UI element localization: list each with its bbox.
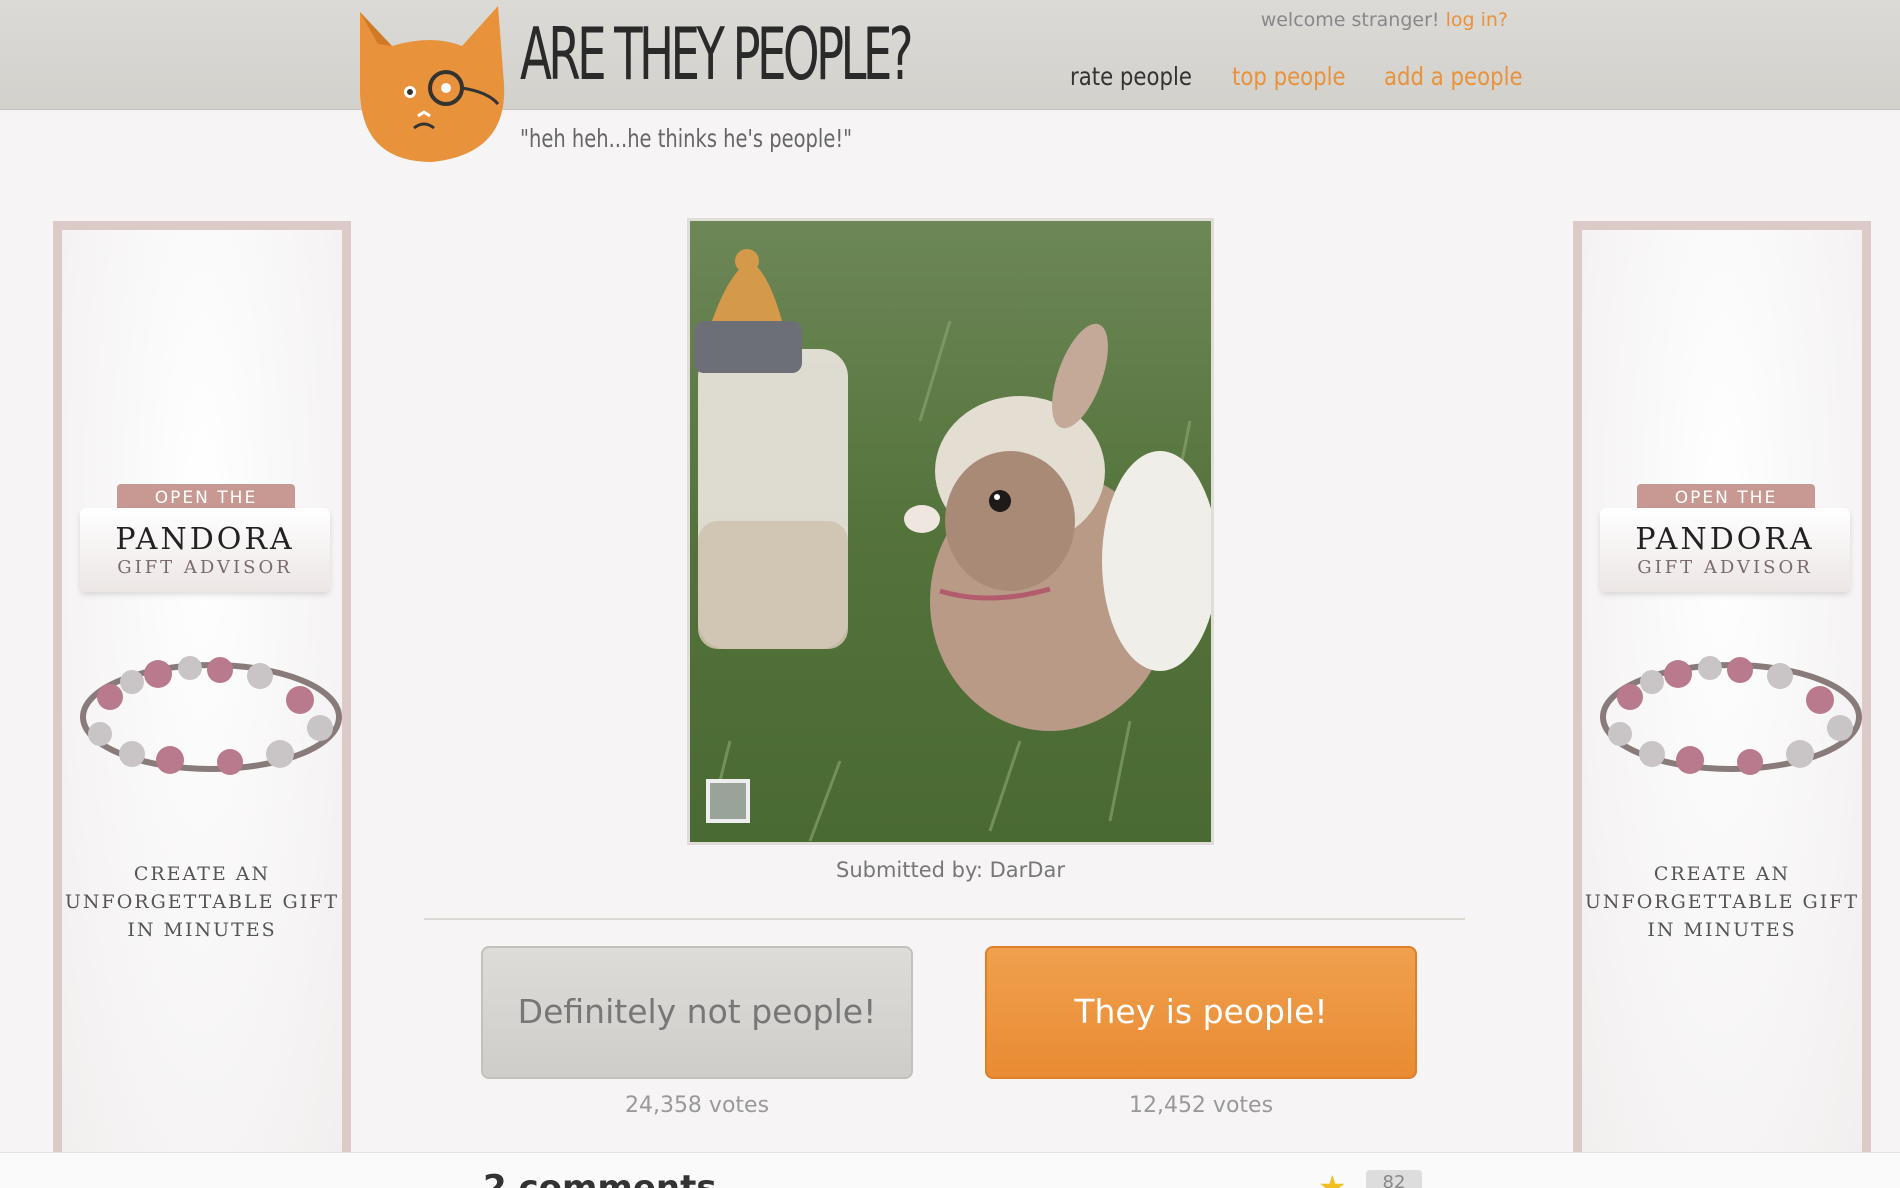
comments-section: [0, 1152, 1900, 1188]
ad-banner-left[interactable]: OPEN THE PANDORA GIFT ADVISOR CREATE AN …: [53, 221, 351, 1188]
vote-is-people-button[interactable]: They is people!: [985, 946, 1417, 1079]
nav-top-people[interactable]: top people: [1232, 62, 1346, 91]
ad-cta-line: CREATE AN: [1653, 863, 1791, 885]
ad-brand-box: PANDORA GIFT ADVISOR: [80, 508, 330, 592]
vote-not-people-count: 24,358 votes: [624, 1093, 770, 1118]
ad-brand: PANDORA: [115, 522, 295, 557]
ad-cta: CREATE AN UNFORGETTABLE GIFT IN MINUTES: [1582, 860, 1862, 944]
login-link[interactable]: log in?: [1446, 9, 1508, 31]
welcome-message: welcome stranger! log in?: [1261, 9, 1508, 31]
header-bar: [0, 0, 1900, 110]
ad-brand-sub: GIFT ADVISOR: [117, 557, 293, 578]
tagline: "heh heh...he thinks he's people!": [520, 124, 853, 153]
vote-not-people-button[interactable]: Definitely not people!: [481, 946, 913, 1079]
ad-cta-line: UNFORGETTABLE GIFT: [64, 891, 340, 913]
ad-cta: CREATE AN UNFORGETTABLE GIFT IN MINUTES: [62, 860, 342, 944]
ad-banner-right[interactable]: OPEN THE PANDORA GIFT ADVISOR CREATE AN …: [1573, 221, 1871, 1188]
ad-cta-line: IN MINUTES: [1647, 919, 1797, 941]
ad-brand-sub: GIFT ADVISOR: [1637, 557, 1813, 578]
vote-is-people-count: 12,452 votes: [1128, 1093, 1274, 1118]
bunny-photo-image: [690, 221, 1211, 842]
rating-count: 82: [1366, 1170, 1422, 1188]
cat-logo-icon[interactable]: [358, 4, 506, 164]
ad-brand-box: PANDORA GIFT ADVISOR: [1600, 508, 1850, 592]
divider: [424, 918, 1465, 920]
nav-rate-people[interactable]: rate people: [1070, 62, 1192, 91]
star-icon[interactable]: ★: [1318, 1168, 1347, 1188]
comments-title: 2 comments: [483, 1168, 717, 1188]
ad-cta-line: UNFORGETTABLE GIFT: [1584, 891, 1860, 913]
bracelet-image: [80, 656, 342, 775]
bracelet-image: [1600, 656, 1862, 775]
submission-photo[interactable]: [687, 218, 1214, 845]
submitted-by: Submitted by: DarDar: [836, 858, 1065, 882]
site-title[interactable]: ARE THEY PEOPLE?: [520, 12, 913, 96]
ad-cta-line: CREATE AN: [133, 863, 271, 885]
ad-brand: PANDORA: [1635, 522, 1815, 557]
ad-cta-line: IN MINUTES: [127, 919, 277, 941]
nav-add-a-people[interactable]: add a people: [1384, 62, 1523, 91]
welcome-text: welcome stranger!: [1260, 9, 1440, 31]
